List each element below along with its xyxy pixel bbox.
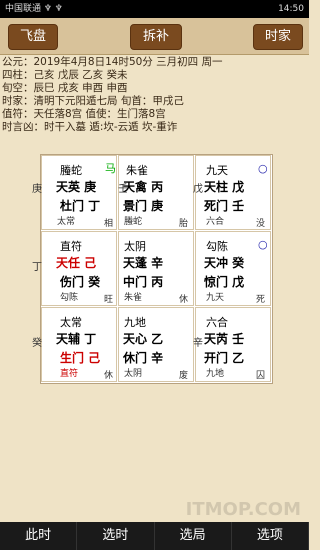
options-button[interactable]: 选项: [232, 522, 309, 550]
select-time-button[interactable]: 选时: [77, 522, 155, 550]
info-line: 时言凶：时干入墓 遁:坎-云遁 坎-重诈: [2, 121, 178, 133]
palace-cell[interactable]: 太常 天辅 丁 生门 己 直符 休: [41, 307, 117, 382]
info-line: 值符：天任落8宫 值使：生门落8宫: [2, 108, 166, 120]
info-line: 公元：2019年4月8日14时50分 三月初四 周一: [2, 56, 223, 68]
status-bar: 中国联通 ♆ ♆ 14:50: [0, 0, 309, 18]
outside-left-label: 丁: [32, 262, 42, 273]
clock-text: 14:50: [278, 4, 304, 14]
outside-left-label: 癸: [32, 338, 42, 349]
now-button[interactable]: 此时: [0, 522, 78, 550]
bottom-nav: 此时 选时 选局 选项: [0, 522, 309, 550]
palace-cell[interactable]: 螣蛇 马 天英 庚 杜门 丁 太常 相: [41, 155, 117, 230]
palace-cell[interactable]: 六合 天芮 壬 开门 乙 九地 囚: [195, 307, 271, 382]
chart-info: 公元：2019年4月8日14时50分 三月初四 周一 四柱：己亥 戊辰 乙亥 癸…: [0, 56, 311, 148]
palace-cell[interactable]: 九地 天心 乙 休门 辛 太阴 废: [118, 307, 194, 382]
carrier-text: 中国联通 ♆ ♆: [5, 4, 63, 14]
palace-cell[interactable]: 九天 ○ 天柱 戊 死门 壬 六合 没: [195, 155, 271, 230]
inside-label: 辛: [193, 338, 203, 349]
info-line: 时家：清明下元阳遁七局 旬首：甲戌己: [2, 95, 184, 107]
watermark: ITMOP.COM: [185, 499, 301, 520]
top-toolbar: 飞盘 拆补 时家: [0, 18, 309, 55]
palace-cell[interactable]: 勾陈 ○ 天冲 癸 惊门 戊 九天 死: [195, 231, 271, 306]
qimen-grid: 螣蛇 马 天英 庚 杜门 丁 太常 相 朱雀 天禽 丙 景门 庚 螣蛇 胎 九天…: [40, 154, 273, 384]
palace-cell[interactable]: 朱雀 天禽 丙 景门 庚 螣蛇 胎: [118, 155, 194, 230]
info-line: 四柱：己亥 戊辰 乙亥 癸未: [2, 69, 128, 81]
chaibu-button[interactable]: 拆补: [130, 24, 182, 50]
outside-left-label: 庚: [32, 184, 42, 195]
select-board-button[interactable]: 选局: [155, 522, 232, 550]
shijia-button[interactable]: 时家: [253, 24, 303, 50]
inside-label: 戊: [193, 184, 203, 195]
palace-cell[interactable]: 直符 天任 己 伤门 癸 勾陈 旺: [41, 231, 117, 306]
info-line: 旬空：辰巳 戌亥 申酉 申酉: [2, 82, 128, 94]
inside-label: 壬: [118, 184, 128, 195]
feipan-button[interactable]: 飞盘: [8, 24, 58, 50]
palace-cell[interactable]: 太阴 天蓬 辛 中门 丙 朱雀 休: [118, 231, 194, 306]
